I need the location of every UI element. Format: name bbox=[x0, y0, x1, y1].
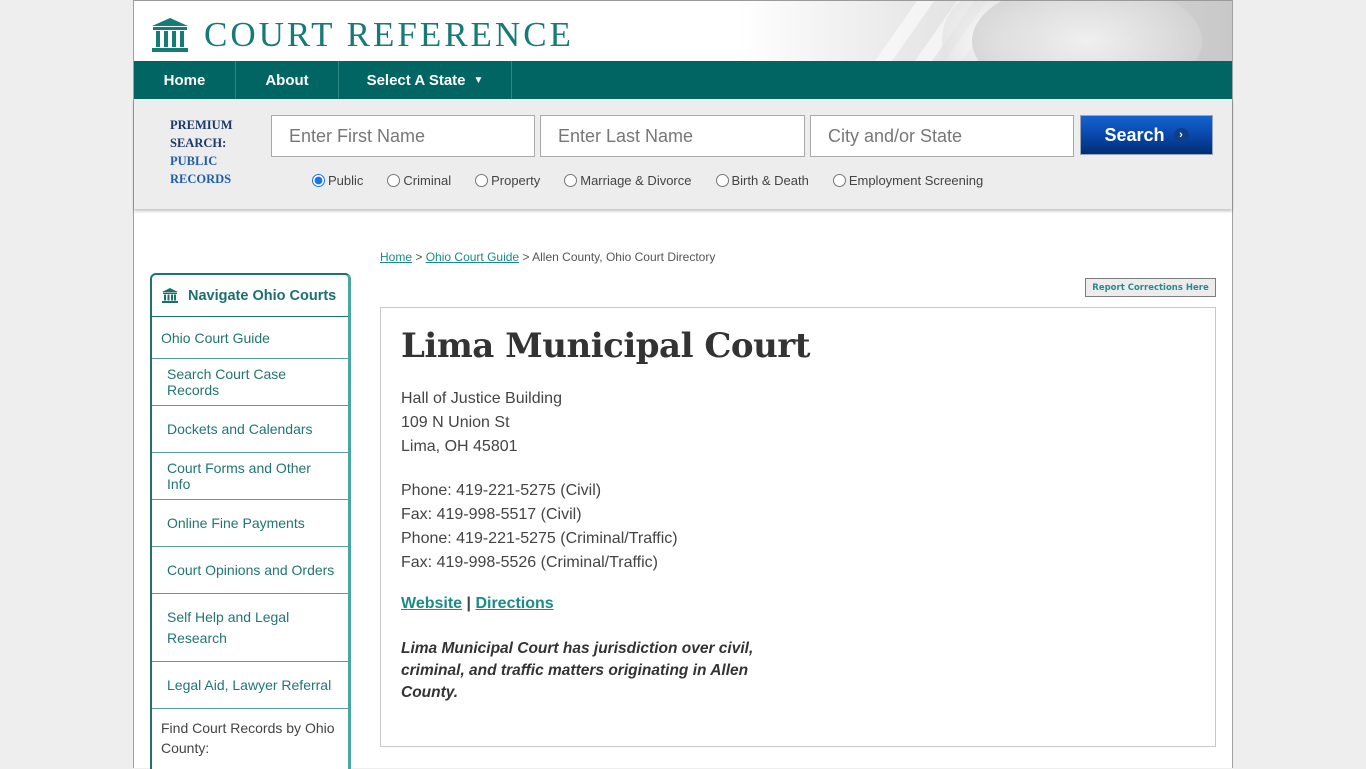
court-name: Lima Municipal Court bbox=[401, 326, 810, 366]
link-separator: | bbox=[466, 595, 471, 612]
search-button-label: Search bbox=[1104, 124, 1165, 145]
radio-criminal[interactable]: Criminal bbox=[387, 173, 451, 188]
sidebar-item-legal-aid[interactable]: Legal Aid, Lawyer Referral bbox=[152, 662, 348, 709]
radio-label: Property bbox=[491, 173, 541, 188]
breadcrumb-home[interactable]: Home bbox=[380, 250, 412, 264]
nav-select-state[interactable]: Select A State ▼ bbox=[339, 61, 512, 99]
radio-marriage-divorce-input[interactable] bbox=[564, 174, 578, 187]
sidebar-header: Navigate Ohio Courts bbox=[152, 275, 348, 317]
site-name: COURT REFERENCE bbox=[204, 15, 574, 54]
radio-label: Employment Screening bbox=[848, 173, 984, 188]
contact-line: Phone: 419-221-5275 (Civil) bbox=[401, 482, 602, 499]
nav-home[interactable]: Home bbox=[134, 61, 236, 99]
directions-link[interactable]: Directions bbox=[475, 595, 553, 612]
website-link[interactable]: Website bbox=[401, 595, 462, 612]
address-line: Hall of Justice Building bbox=[401, 390, 562, 407]
premium-label-line: RECORDS bbox=[170, 172, 232, 186]
radio-employment-screening[interactable]: Employment Screening bbox=[832, 173, 984, 188]
city-state-input[interactable] bbox=[810, 115, 1074, 157]
site-header: COURT REFERENCE bbox=[134, 1, 1232, 61]
breadcrumb-current: Allen County, Ohio Court Directory bbox=[532, 250, 716, 264]
radio-criminal-input[interactable] bbox=[387, 174, 401, 187]
nav-about[interactable]: About bbox=[236, 61, 339, 99]
radio-birth-death[interactable]: Birth & Death bbox=[715, 173, 809, 188]
sidebar-item-search-court-case-records[interactable]: Search Court Case Records bbox=[152, 359, 348, 406]
sidebar-item-self-help[interactable]: Self Help and Legal Research bbox=[152, 594, 348, 662]
radio-employment-screening-input[interactable] bbox=[832, 174, 846, 187]
contact-line: Phone: 419-221-5275 (Criminal/Traffic) bbox=[401, 530, 678, 547]
sidebar-item-court-opinions[interactable]: Court Opinions and Orders bbox=[152, 547, 348, 594]
report-corrections-button[interactable]: Report Corrections Here bbox=[1085, 278, 1216, 297]
breadcrumb-ohio-court-guide[interactable]: Ohio Court Guide bbox=[426, 250, 519, 264]
breadcrumb: Home > Ohio Court Guide > Allen County, … bbox=[380, 250, 715, 264]
breadcrumb-separator: > bbox=[415, 250, 423, 264]
radio-property-input[interactable] bbox=[475, 174, 489, 187]
chevron-right-icon: › bbox=[1173, 127, 1189, 143]
premium-label-line: PREMIUM bbox=[170, 118, 233, 132]
breadcrumb-separator: > bbox=[522, 250, 530, 264]
radio-birth-death-input[interactable] bbox=[715, 174, 729, 187]
search-button[interactable]: Search › bbox=[1080, 115, 1213, 155]
radio-public[interactable]: Public bbox=[312, 173, 363, 188]
radio-label: Birth & Death bbox=[731, 173, 809, 188]
radio-property[interactable]: Property bbox=[475, 173, 540, 188]
radio-public-input[interactable] bbox=[312, 174, 325, 187]
radio-marriage-divorce[interactable]: Marriage & Divorce bbox=[564, 173, 692, 188]
caret-down-icon: ▼ bbox=[473, 74, 484, 86]
sidebar-navigate-courts: Navigate Ohio Courts Ohio Court Guide Se… bbox=[150, 273, 351, 769]
nav-select-state-label: Select A State bbox=[366, 71, 466, 89]
header-column-image bbox=[972, 1, 1202, 61]
nav-about-label: About bbox=[265, 71, 309, 89]
court-detail-card: Lima Municipal Court Hall of Justice Bui… bbox=[380, 307, 1216, 747]
sidebar-item-ohio-court-guide[interactable]: Ohio Court Guide bbox=[152, 317, 348, 359]
radio-label: Marriage & Divorce bbox=[580, 173, 692, 188]
record-type-radio-group: Public Criminal Property Marriage & Divo… bbox=[312, 173, 1007, 188]
sidebar-county-heading: Find Court Records by Ohio County: bbox=[161, 720, 335, 756]
sidebar-title: Navigate Ohio Courts bbox=[188, 287, 337, 304]
contact-line: Fax: 419-998-5517 (Civil) bbox=[401, 506, 582, 523]
court-address: Hall of Justice Building 109 N Union St … bbox=[401, 387, 562, 459]
court-contacts: Phone: 419-221-5275 (Civil) Fax: 419-998… bbox=[401, 479, 678, 575]
premium-label-line: PUBLIC bbox=[170, 154, 218, 168]
sidebar-item-court-forms[interactable]: Court Forms and Other Info bbox=[152, 453, 348, 500]
court-links: Website | Directions bbox=[401, 595, 554, 613]
radio-label: Public bbox=[328, 173, 364, 188]
address-line: Lima, OH 45801 bbox=[401, 438, 518, 455]
site-logo[interactable]: COURT REFERENCE bbox=[150, 17, 574, 53]
premium-label-line: SEARCH: bbox=[170, 136, 227, 150]
premium-search-label: PREMIUM SEARCH: PUBLIC RECORDS bbox=[170, 116, 233, 188]
sidebar-item-dockets-calendars[interactable]: Dockets and Calendars bbox=[152, 406, 348, 453]
courthouse-icon bbox=[152, 18, 188, 52]
radio-label: Criminal bbox=[403, 173, 452, 188]
contact-line: Fax: 419-998-5526 (Criminal/Traffic) bbox=[401, 554, 658, 571]
first-name-input[interactable] bbox=[271, 115, 535, 157]
last-name-input[interactable] bbox=[540, 115, 805, 157]
address-line: 109 N Union St bbox=[401, 414, 510, 431]
sidebar-item-online-fine-payments[interactable]: Online Fine Payments bbox=[152, 500, 348, 547]
courthouse-icon bbox=[162, 288, 178, 303]
premium-search-panel: PREMIUM SEARCH: PUBLIC RECORDS Search › … bbox=[134, 99, 1232, 209]
court-description: Lima Municipal Court has jurisdiction ov… bbox=[401, 640, 754, 701]
main-nav: Home About Select A State ▼ bbox=[134, 61, 1232, 99]
page-container: COURT REFERENCE Home About Select A Stat… bbox=[133, 0, 1233, 769]
nav-home-label: Home bbox=[163, 71, 206, 89]
